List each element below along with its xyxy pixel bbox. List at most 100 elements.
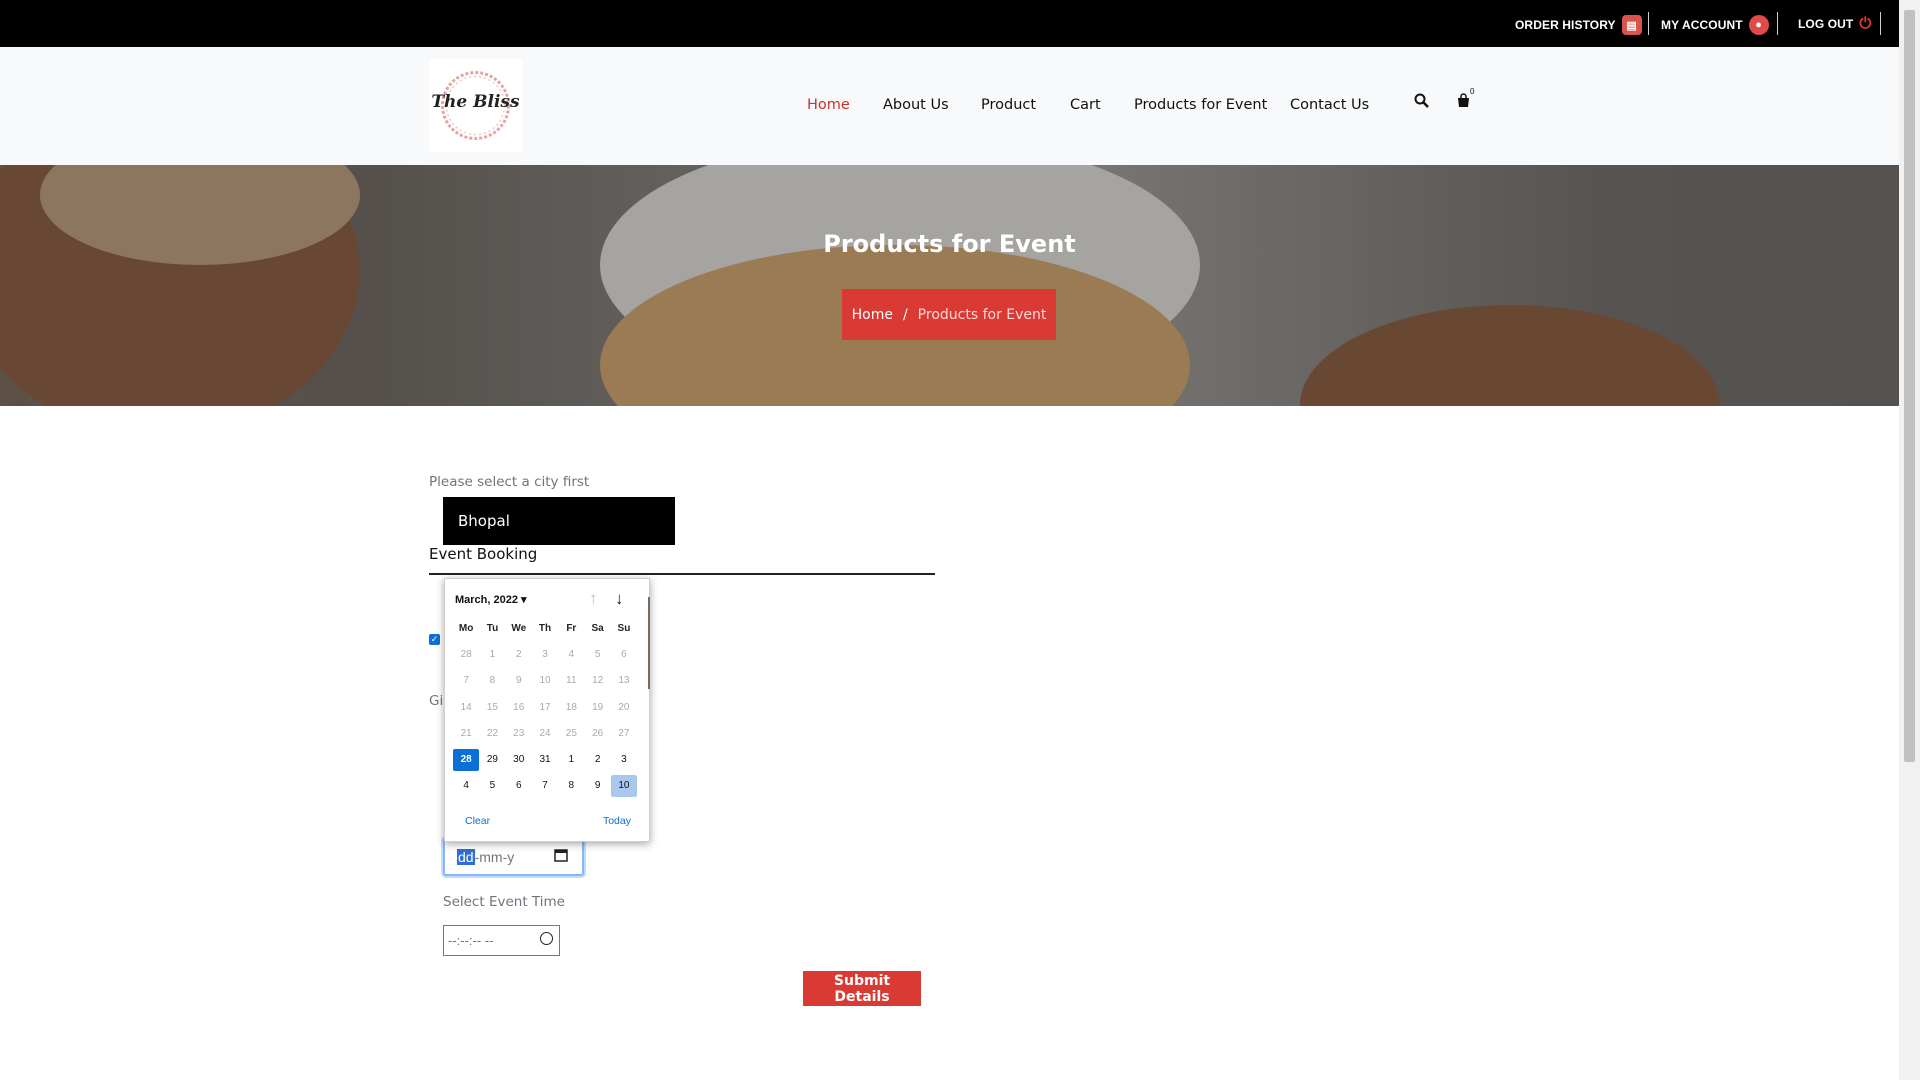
date-rest-segment: -mm-y bbox=[474, 849, 515, 865]
my-account-label: MY ACCOUNT bbox=[1661, 18, 1743, 32]
calendar-week-row: 7 8 9 10 11 12 13 bbox=[453, 668, 643, 694]
weekday-label: Th bbox=[538, 622, 552, 634]
calendar-week-row: 4 5 6 7 8 9 10 bbox=[453, 773, 643, 799]
calendar-day[interactable]: 8 bbox=[558, 775, 584, 797]
event-time-input[interactable]: --:--:-- -- bbox=[443, 925, 560, 956]
calendar-day[interactable]: 31 bbox=[532, 749, 558, 771]
nav-product[interactable]: Product bbox=[981, 97, 1036, 113]
calendar-day[interactable]: 3 bbox=[611, 749, 637, 771]
calendar-day-disabled: 22 bbox=[486, 727, 498, 739]
clock-icon[interactable] bbox=[540, 932, 553, 945]
calendar-day-disabled: 26 bbox=[592, 727, 604, 739]
calendar-day-disabled: 1 bbox=[489, 648, 496, 660]
calendar-day-disabled: 10 bbox=[539, 675, 551, 687]
event-date-input[interactable]: dd -mm-y bbox=[443, 838, 584, 876]
calendar-day-disabled: 19 bbox=[592, 701, 604, 713]
nav-contact-us[interactable]: Contact Us bbox=[1290, 97, 1369, 113]
nav-home[interactable]: Home bbox=[807, 97, 850, 113]
divider bbox=[1777, 12, 1778, 35]
calendar-day-disabled: 18 bbox=[565, 701, 577, 713]
clear-date-button[interactable]: Clear bbox=[465, 815, 490, 827]
city-label: Please select a city first bbox=[429, 474, 590, 490]
search-icon[interactable] bbox=[1414, 93, 1429, 112]
calendar-day[interactable]: 1 bbox=[558, 749, 584, 771]
site-logo[interactable]: The Bliss bbox=[429, 59, 522, 152]
calendar-day-disabled: 8 bbox=[489, 675, 496, 687]
scrollbar-thumb[interactable] bbox=[1904, 10, 1915, 762]
month-year-selector[interactable]: March, 2022 ▾ bbox=[455, 593, 527, 606]
divider bbox=[1880, 12, 1881, 35]
calendar-day[interactable]: 2 bbox=[584, 749, 610, 771]
today-button[interactable]: Today bbox=[603, 815, 631, 827]
top-bar: ORDER HISTORY ▤ MY ACCOUNT ● LOG OUT ⏻ bbox=[0, 0, 1899, 47]
calendar-day-disabled: 5 bbox=[594, 648, 601, 660]
calendar-grid: Mo Tu We Th Fr Sa Su 28 1 2 3 4 5 6 7 8 … bbox=[453, 615, 643, 799]
city-select[interactable]: Bhopal bbox=[443, 497, 675, 545]
calendar-day-disabled: 16 bbox=[513, 701, 525, 713]
log-out-link[interactable]: LOG OUT ⏻ bbox=[1798, 15, 1871, 32]
breadcrumb: Home / Products for Event bbox=[842, 289, 1056, 340]
previous-month-arrow-icon[interactable]: ↑ bbox=[589, 589, 598, 609]
checkbox[interactable]: ✓ bbox=[429, 634, 440, 645]
calendar-day-disabled: 15 bbox=[486, 701, 498, 713]
time-placeholder: --:--:-- -- bbox=[448, 933, 494, 948]
cart-count-badge: 0 bbox=[1470, 87, 1475, 96]
next-month-arrow-icon[interactable]: ↓ bbox=[615, 589, 624, 609]
calendar-day-disabled: 3 bbox=[542, 648, 548, 660]
banner-overlay bbox=[0, 165, 1899, 406]
calendar-day-disabled: 6 bbox=[621, 648, 627, 660]
page-title: Products for Event bbox=[823, 230, 1076, 258]
calendar-day-today[interactable]: 28 bbox=[453, 748, 480, 771]
power-icon: ⏻ bbox=[1859, 15, 1872, 32]
date-picker-popup: March, 2022 ▾ ↑ ↓ Mo Tu We Th Fr Sa Su 2… bbox=[444, 578, 650, 842]
nav-about-us[interactable]: About Us bbox=[883, 97, 949, 113]
calendar-day-disabled: 17 bbox=[539, 701, 551, 713]
event-booking-heading: Event Booking bbox=[429, 545, 538, 563]
calendar-day-disabled: 24 bbox=[539, 727, 551, 739]
breadcrumb-separator: / bbox=[902, 306, 908, 323]
calendar-day[interactable]: 4 bbox=[453, 775, 479, 797]
calendar-day-disabled: 2 bbox=[515, 648, 522, 660]
weekday-label: Tu bbox=[486, 622, 499, 634]
calendar-day-disabled: 27 bbox=[618, 727, 630, 739]
submit-details-button[interactable]: Submit Details bbox=[803, 971, 921, 1006]
calendar-day[interactable]: 9 bbox=[584, 775, 610, 797]
calendar-day-disabled: 21 bbox=[460, 727, 472, 739]
calendar-day-disabled: 20 bbox=[618, 701, 630, 713]
weekday-label: Su bbox=[617, 622, 631, 634]
log-out-label: LOG OUT bbox=[1798, 16, 1854, 31]
calendar-day-disabled: 9 bbox=[515, 675, 522, 687]
calendar-day[interactable]: 29 bbox=[479, 749, 505, 771]
calendar-day[interactable]: 7 bbox=[532, 775, 558, 797]
order-history-link[interactable]: ORDER HISTORY ▤ bbox=[1515, 15, 1642, 35]
nav-products-for-event[interactable]: Products for Event bbox=[1134, 97, 1267, 113]
calendar-day-disabled: 4 bbox=[568, 648, 575, 660]
calendar-day-highlighted[interactable]: 10 bbox=[610, 774, 638, 797]
divider bbox=[1648, 12, 1649, 35]
calendar-icon[interactable] bbox=[554, 848, 568, 867]
date-day-segment: dd bbox=[457, 849, 475, 865]
calendar-day-disabled: 11 bbox=[566, 675, 577, 687]
calendar-day[interactable]: 6 bbox=[506, 775, 532, 797]
calendar-week-row: 28 29 30 31 1 2 3 bbox=[453, 746, 643, 772]
user-icon: ● bbox=[1748, 15, 1769, 35]
my-account-link[interactable]: MY ACCOUNT ● bbox=[1661, 15, 1769, 35]
calendar-day-disabled: 28 bbox=[460, 648, 472, 660]
nav-cart[interactable]: Cart bbox=[1070, 97, 1101, 113]
calendar-day-disabled: 25 bbox=[565, 727, 577, 739]
calendar-week-row: 28 1 2 3 4 5 6 bbox=[453, 641, 643, 667]
calendar-day[interactable]: 5 bbox=[479, 775, 505, 797]
breadcrumb-home[interactable]: Home bbox=[852, 307, 893, 323]
order-history-icon: ▤ bbox=[1621, 15, 1642, 35]
calendar-day-disabled: 7 bbox=[463, 675, 469, 687]
breadcrumb-current: Products for Event bbox=[917, 306, 1047, 323]
divider bbox=[429, 573, 935, 575]
popup-scrollbar bbox=[648, 597, 650, 689]
event-time-label: Select Event Time bbox=[443, 894, 565, 910]
calendar-day[interactable]: 30 bbox=[506, 749, 532, 771]
logo-text: The Bliss bbox=[431, 92, 520, 112]
weekday-label: Mo bbox=[458, 622, 474, 634]
weekday-label: Fr bbox=[566, 622, 577, 634]
shopping-bag-icon[interactable]: 0 bbox=[1456, 87, 1474, 112]
page-scrollbar[interactable] bbox=[1899, 0, 1920, 1080]
